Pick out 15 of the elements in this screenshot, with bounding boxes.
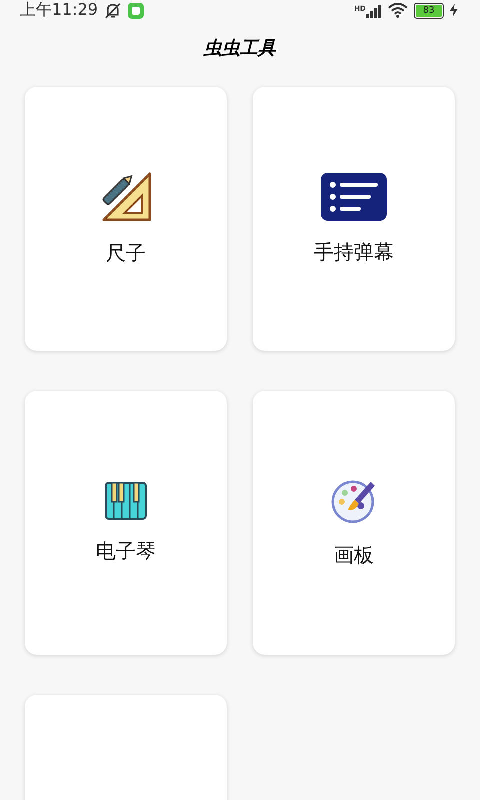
piano-keys-icon (105, 482, 147, 520)
wifi-icon (388, 3, 408, 18)
tool-card[interactable]: 手持弹幕 (253, 87, 455, 351)
ruler-pencil-icon (100, 172, 152, 222)
charging-icon (450, 4, 458, 17)
battery-icon: 83 (414, 2, 444, 18)
signal-icon (366, 4, 382, 18)
tool-card[interactable]: 尺子 (25, 87, 227, 351)
list-icon (321, 172, 387, 220)
app-notification-icon (128, 2, 144, 18)
app-title: 虫虫工具 (202, 37, 278, 61)
tool-card[interactable]: 电子琴 (25, 391, 227, 655)
muted-bell-icon (104, 2, 122, 20)
status-time: 上午11:29 (20, 0, 98, 21)
tool-card[interactable]: 画板 (253, 391, 455, 655)
